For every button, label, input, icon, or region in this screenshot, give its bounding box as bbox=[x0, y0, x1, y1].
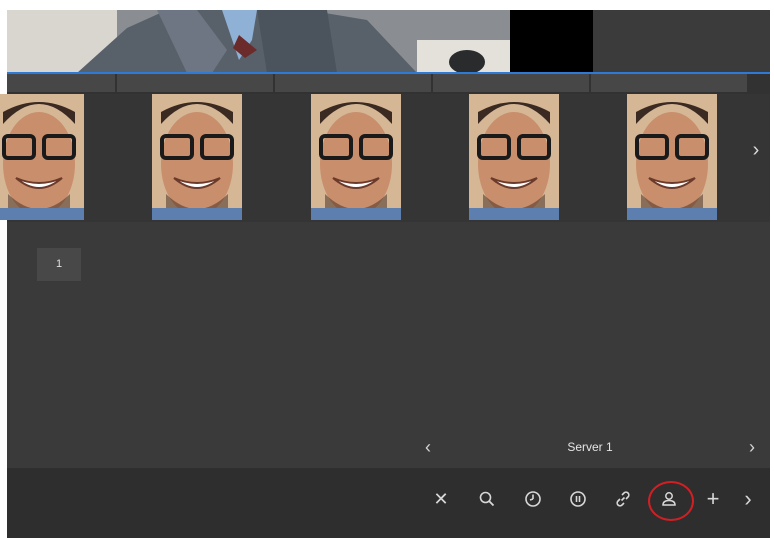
view-tab-strip bbox=[7, 74, 770, 94]
bottom-toolbar: ✕ + › bbox=[7, 468, 770, 538]
app-window: › 1 ‹ Server 1 › ✕ + › bbox=[0, 10, 770, 538]
face-thumbnail[interactable] bbox=[0, 94, 84, 220]
camera-video[interactable] bbox=[7, 10, 510, 73]
search-icon[interactable] bbox=[472, 484, 502, 514]
person-icon[interactable] bbox=[648, 481, 694, 521]
plus-icon[interactable]: + bbox=[698, 484, 728, 514]
link-icon[interactable] bbox=[608, 484, 638, 514]
face-thumbnail[interactable] bbox=[311, 94, 401, 220]
view-tab[interactable] bbox=[433, 74, 589, 92]
camera-video-letterbox bbox=[510, 10, 593, 73]
server-navigator: ‹ Server 1 › bbox=[417, 434, 763, 460]
thumbnail-strip: › bbox=[0, 94, 770, 222]
camera-video-image bbox=[7, 10, 510, 73]
chevron-right-icon[interactable]: › bbox=[733, 484, 763, 514]
clock-icon[interactable] bbox=[518, 484, 548, 514]
view-tab[interactable] bbox=[275, 74, 431, 92]
chevron-right-icon[interactable]: › bbox=[746, 138, 766, 162]
face-thumbnail-image bbox=[311, 94, 401, 220]
server-label: Server 1 bbox=[567, 440, 613, 454]
face-thumbnail-image bbox=[152, 94, 242, 220]
face-thumbnail[interactable] bbox=[469, 94, 559, 220]
face-thumbnail[interactable] bbox=[627, 94, 717, 220]
camera-view[interactable] bbox=[7, 10, 770, 74]
view-tab[interactable] bbox=[117, 74, 273, 92]
close-icon[interactable]: ✕ bbox=[426, 484, 456, 514]
page-number-chip[interactable]: 1 bbox=[37, 248, 81, 281]
chevron-right-icon[interactable]: › bbox=[741, 434, 763, 460]
pause-icon[interactable] bbox=[563, 484, 593, 514]
face-thumbnail-image bbox=[469, 94, 559, 220]
face-thumbnail-image bbox=[627, 94, 717, 220]
view-tab[interactable] bbox=[591, 74, 747, 92]
face-thumbnail-image bbox=[0, 94, 84, 220]
results-panel: 1 ‹ Server 1 › bbox=[7, 222, 770, 468]
view-tab[interactable] bbox=[7, 74, 115, 92]
face-thumbnail[interactable] bbox=[152, 94, 242, 220]
